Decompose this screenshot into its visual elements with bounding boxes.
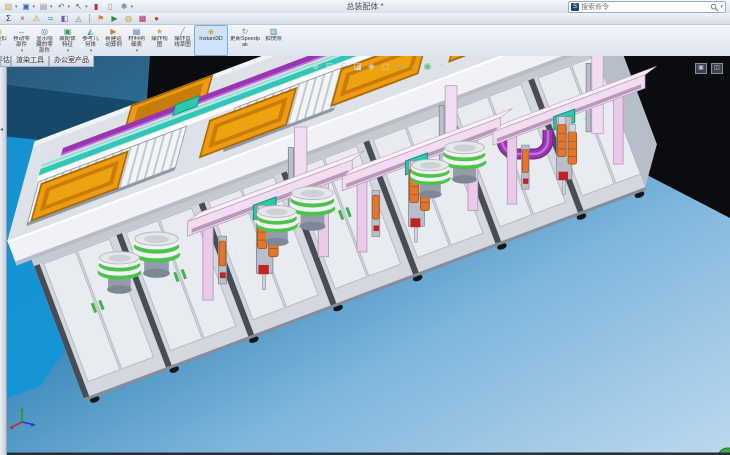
update-speedpak-button[interactable]: ↻更新Speedpak [228,25,262,56]
section-view-icon[interactable]: ◪ [352,60,363,72]
previous-view-icon[interactable]: ↶ [338,60,349,72]
chevron-down-icon[interactable]: ▾ [720,4,723,10]
undo-icon: ↶ [56,1,67,12]
edit-appearance-icon[interactable]: ◕ [408,60,419,72]
view-orientation-icon[interactable]: ◈ [366,60,377,72]
search-input[interactable] [579,3,710,12]
open-icon: ▨ [3,1,14,12]
update-speedpak-icon: ↻ [242,27,249,36]
command-manager-ribbon: ◉智能扣件 ↔移动零部件▾ ◎显示隐藏的零部件 ▣装配体特征▾ ◭参考几何体▾ … [0,25,730,57]
solidworks-icon: S [571,3,579,11]
show-hidden-components-icon: ◎ [41,27,48,36]
exploded-view-icon: ★ [156,27,163,36]
undo-button[interactable]: ↶▾ [56,1,71,12]
reference-geometry-button[interactable]: ◭参考几何体▾ [79,25,102,56]
assembly-features-icon: ▣ [64,27,72,36]
chevron-down-icon[interactable]: ▾ [33,4,36,10]
smart-fasteners-icon: ◉ [0,27,2,36]
title-bar: ▨▾ ▣▾ ▤▾ ↶▾ ↖▾ ▮ ▯ ✱▾ 总装配体 * S ▾ [0,0,730,14]
zoom-to-fit-icon[interactable]: ⊕ [310,60,321,72]
snapshot-manager-icon[interactable]: ● [151,14,162,24]
select-button[interactable]: ↖▾ [73,1,88,12]
move-component-icon: ↔ [18,27,26,36]
delete-icon[interactable]: × [17,14,28,24]
chevron-down-icon[interactable]: ▾ [67,48,70,54]
instant3d-icon: ◈ [208,27,214,36]
bill-of-materials-icon: ▤ [133,27,141,36]
tab-render-tools[interactable]: 渲染工具 [11,56,49,67]
chevron-down-icon[interactable]: ▾ [85,4,88,10]
quick-access-toolbar: ▨▾ ▣▾ ▤▾ ↶▾ ↖▾ ▮ ▯ ✱▾ [3,1,135,12]
hide-show-items-icon[interactable]: ◒ [394,60,405,72]
options-button[interactable]: ✱▾ [119,1,134,12]
take-snapshot-button[interactable]: ▥拍快照 [262,25,285,56]
take-snapshot-icon: ▥ [270,27,278,36]
show-hidden-components-button[interactable]: ◎显示隐藏的零部件 [33,25,56,56]
reference-geometry-icon: ◭ [87,27,93,36]
chevron-down-icon[interactable]: ▾ [21,48,24,54]
search-icon[interactable] [710,3,719,12]
print-icon: ▤ [38,1,49,12]
3d-scene[interactable] [0,56,730,455]
tab-office-products[interactable]: 办公室产品 [49,56,94,67]
document-title: 总装配体 * [200,0,530,13]
print-button[interactable]: ▤▾ [38,1,53,12]
chevron-down-icon[interactable]: ▾ [15,4,18,10]
assembly-visualization-icon[interactable]: ◬ [73,14,84,24]
photoview-360-icon[interactable]: ⚑ [95,14,106,24]
ribbon-tabs: 评估 渲染工具 办公室产品 [0,56,94,67]
display-style-icon[interactable]: ◻ [380,60,391,72]
new-motion-study-button[interactable]: ▶新建运动算例 [102,25,125,56]
assembly-features-button[interactable]: ▣装配体特征▾ [56,25,79,56]
command-search[interactable]: S ▾ [568,1,726,13]
smart-fasteners-button[interactable]: ◉智能扣件 [0,25,10,56]
toolbar-separator [89,14,90,23]
move-component-button[interactable]: ↔移动零部件▾ [10,25,33,56]
exploded-view-button[interactable]: ★爆炸视图 [148,25,171,56]
explode-line-sketch-icon: ╱ [180,27,185,36]
interference-detection-icon[interactable]: ⚠ [31,14,42,24]
explode-line-sketch-button[interactable]: ╱爆炸直线草图 [171,25,194,56]
solidworks-window: ▨▾ ▣▾ ▤▾ ↶▾ ↖▾ ▮ ▯ ✱▾ 总装配体 * S ▾ Σ × ⚠ ≍… [0,0,730,455]
toolbox-icon[interactable]: ▦ [137,14,148,24]
chevron-down-icon[interactable]: ▾ [68,4,71,10]
feature-manager-collapsed-panel[interactable]: ◂ [0,56,7,455]
tab-evaluate[interactable]: 评估 [0,56,11,67]
animation-icon[interactable]: ▶ [109,14,120,24]
restore-window-icon[interactable]: ▣ [695,63,707,74]
save-icon: ▣ [21,1,32,12]
file-properties-button[interactable]: ▯ [105,1,116,12]
zoom-to-area-icon[interactable]: ⊞ [324,60,335,72]
view-settings-icon[interactable]: ▾ [436,60,447,72]
split-window-icon[interactable]: ◫ [711,63,723,74]
chevron-down-icon[interactable]: ▾ [131,4,134,10]
select-cursor-icon: ↖ [73,1,84,12]
apply-scene-icon[interactable]: ◉ [422,60,433,72]
document-window-buttons: ▣ ◫ [695,63,723,74]
flyout-arrow-icon[interactable]: ◂ [0,126,5,135]
appearance-icon[interactable]: ◧ [59,14,70,24]
rebuild-button[interactable]: ▮ [91,1,102,12]
heads-up-view-toolbar: ⊕ ⊞ ↶ ◪ ◈ ◻ ◒ ◕ ◉ ▾ [306,58,451,73]
instant3d-button[interactable]: ◈Instant3D [194,25,228,56]
options-icon: ✱ [119,1,130,12]
render-tools-icon[interactable]: ◍ [123,14,134,24]
file-properties-icon: ▯ [105,1,116,12]
graphics-viewport[interactable]: ◂ ⊕ ⊞ ↶ ◪ ◈ ◻ ◒ ◕ ◉ ▾ ▣ ◫ [0,56,730,455]
chevron-down-icon[interactable]: ▾ [50,4,53,10]
measure-icon[interactable]: ≍ [45,14,56,24]
rebuild-icon: ▮ [91,1,102,12]
save-button[interactable]: ▣▾ [21,1,36,12]
equations-icon[interactable]: Σ [3,14,14,24]
bill-of-materials-button[interactable]: ▤材料明细表▾ [125,25,148,56]
chevron-down-icon[interactable]: ▾ [136,48,139,54]
chevron-down-icon[interactable]: ▾ [90,48,93,54]
new-motion-study-icon: ▶ [110,27,116,36]
tools-toolbar: Σ × ⚠ ≍ ◧ ◬ ⚑ ▶ ◍ ▦ ● [0,13,730,25]
open-button[interactable]: ▨▾ [3,1,18,12]
